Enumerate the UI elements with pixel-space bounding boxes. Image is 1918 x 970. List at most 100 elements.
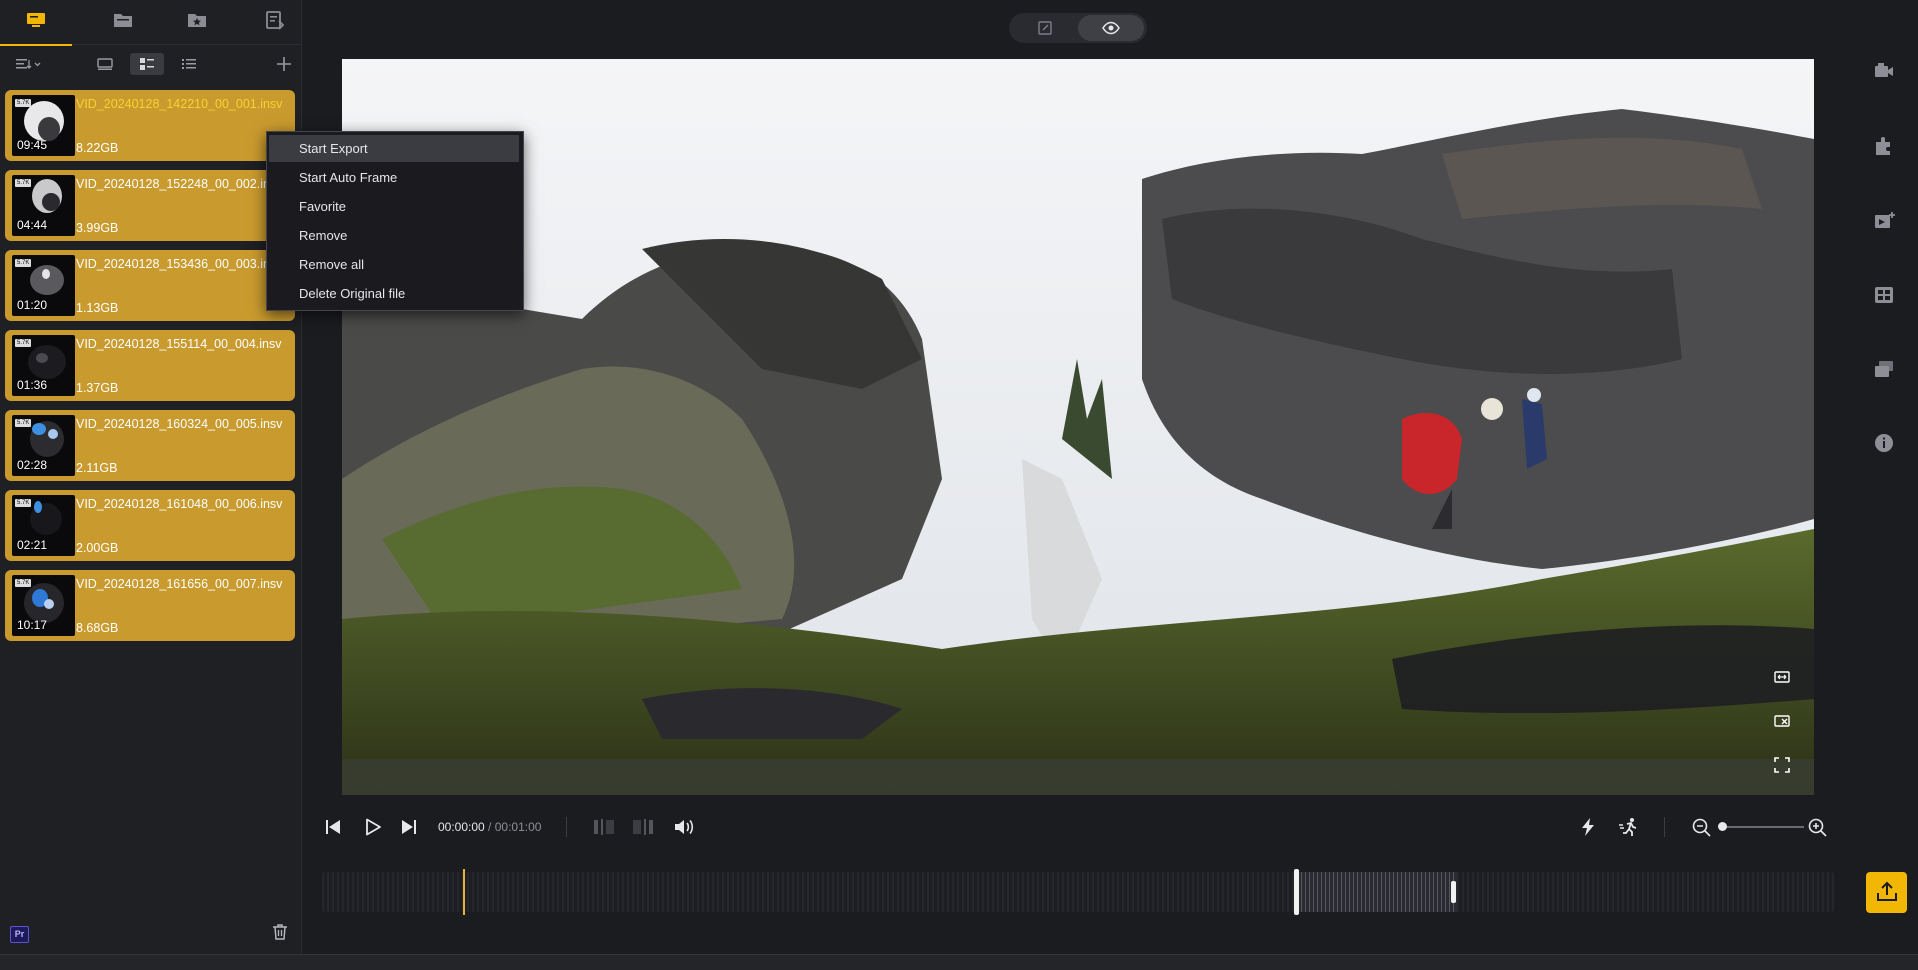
context-menu: Start Export Start Auto Frame Favorite R… bbox=[266, 131, 524, 311]
plus-icon bbox=[277, 57, 291, 71]
tab-favorites[interactable] bbox=[160, 0, 232, 44]
trash-icon bbox=[273, 924, 287, 940]
templates-button[interactable] bbox=[1873, 284, 1895, 306]
view-list-button[interactable] bbox=[176, 53, 202, 75]
current-time: 00:00:00 bbox=[438, 820, 485, 834]
mark-out-button[interactable] bbox=[632, 818, 654, 836]
lightning-icon bbox=[1582, 818, 1594, 836]
fullscreen-button[interactable] bbox=[1774, 757, 1790, 773]
tab-media[interactable] bbox=[0, 0, 72, 46]
delete-button[interactable] bbox=[272, 923, 288, 941]
info-button[interactable] bbox=[1873, 432, 1895, 454]
sort-icon bbox=[16, 59, 41, 69]
file-size: 3.99GB bbox=[76, 221, 119, 235]
time-separator: / bbox=[484, 820, 495, 834]
file-name: VID_20240128_160324_00_005.insv bbox=[76, 417, 283, 431]
preview-mode-button[interactable] bbox=[1078, 15, 1144, 41]
menu-start-export[interactable]: Start Export bbox=[269, 135, 519, 162]
trim-handle-end[interactable] bbox=[1451, 881, 1456, 903]
sidebar-tabs bbox=[0, 0, 301, 46]
menu-remove-all[interactable]: Remove all bbox=[269, 251, 519, 278]
media-card[interactable]: 5.7K 01:36 VID_20240128_155114_00_004.in… bbox=[5, 330, 295, 401]
trim-in-icon bbox=[594, 819, 614, 835]
timeline-track[interactable] bbox=[322, 872, 1834, 912]
next-button[interactable] bbox=[401, 818, 417, 836]
media-card[interactable]: 5.7K 04:44 VID_20240128_152248_00_002.in… bbox=[5, 170, 295, 241]
speed-ramp-button[interactable] bbox=[1580, 817, 1596, 837]
folder-icon bbox=[114, 14, 132, 27]
duration-label: 02:21 bbox=[17, 538, 48, 552]
skip-back-icon bbox=[326, 820, 340, 834]
file-name: VID_20240128_153436_00_003.insv bbox=[76, 257, 283, 271]
duration-label: 01:20 bbox=[17, 298, 48, 312]
menu-start-auto-frame[interactable]: Start Auto Frame bbox=[269, 164, 519, 191]
plugins-button[interactable] bbox=[1873, 135, 1895, 157]
template-icon bbox=[1875, 287, 1893, 303]
media-card[interactable]: 5.7K 10:17 VID_20240128_161656_00_007.in… bbox=[5, 570, 295, 641]
export-button[interactable] bbox=[1866, 872, 1907, 913]
duration-label: 10:17 bbox=[17, 618, 48, 632]
eye-icon bbox=[1102, 21, 1120, 35]
zoom-out-button[interactable] bbox=[1692, 818, 1711, 837]
media-sidebar: 5.7K 09:45 VID_20240128_142210_00_001.in… bbox=[0, 0, 302, 954]
sort-button[interactable] bbox=[12, 53, 46, 75]
info-icon bbox=[1875, 434, 1893, 452]
fullscreen-icon bbox=[1774, 757, 1790, 773]
menu-favorite[interactable]: Favorite bbox=[269, 193, 519, 220]
camera-settings-button[interactable] bbox=[1873, 60, 1895, 82]
media-card[interactable]: 5.7K 02:28 VID_20240128_160324_00_005.in… bbox=[5, 410, 295, 481]
edit-mode-button[interactable] bbox=[1012, 15, 1078, 41]
file-size: 8.22GB bbox=[76, 141, 119, 155]
video-thumbnail: 5.7K 02:28 bbox=[12, 415, 75, 476]
panorama-frame bbox=[342, 59, 1814, 795]
tab-folders[interactable] bbox=[86, 0, 158, 44]
video-thumbnail: 5.7K 01:36 bbox=[12, 335, 75, 396]
timecode: 00:00:00 / 00:01:00 bbox=[438, 820, 541, 834]
tab-tasks[interactable] bbox=[238, 0, 310, 44]
upload-icon bbox=[1877, 881, 1897, 901]
mark-in-button[interactable] bbox=[593, 818, 615, 836]
layers-button[interactable] bbox=[1873, 358, 1895, 380]
resolution-badge: 5.7K bbox=[15, 259, 32, 267]
resolution-badge: 5.7K bbox=[15, 339, 32, 347]
file-name: VID_20240128_161048_00_006.insv bbox=[76, 497, 283, 511]
remove-frame-button[interactable] bbox=[1774, 714, 1792, 728]
file-name: VID_20240128_155114_00_004.insv bbox=[76, 337, 282, 351]
play-button[interactable] bbox=[364, 818, 382, 836]
menu-remove[interactable]: Remove bbox=[269, 222, 519, 249]
add-media-button[interactable] bbox=[274, 53, 294, 75]
video-thumbnail: 5.7K 04:44 bbox=[12, 175, 75, 236]
media-card[interactable]: 5.7K 09:45 VID_20240128_142210_00_001.in… bbox=[5, 90, 295, 161]
menu-delete-original-file[interactable]: Delete Original file bbox=[269, 280, 519, 307]
premiere-plugin-badge[interactable]: Pr bbox=[10, 926, 29, 943]
motion-tracking-button[interactable] bbox=[1618, 817, 1640, 837]
media-card[interactable]: 5.7K 02:21 VID_20240128_161048_00_006.in… bbox=[5, 490, 295, 561]
crop-aspect-button[interactable] bbox=[1774, 670, 1790, 684]
trim-handle-start[interactable] bbox=[1294, 869, 1299, 915]
file-size: 2.00GB bbox=[76, 541, 119, 555]
sidebar-toolbar bbox=[0, 45, 301, 83]
zoom-out-icon bbox=[1692, 818, 1711, 837]
view-large-button[interactable] bbox=[92, 53, 118, 75]
list-icon bbox=[182, 59, 196, 69]
file-size: 8.68GB bbox=[76, 621, 119, 635]
view-grid-button[interactable] bbox=[130, 53, 164, 75]
zoom-in-button[interactable] bbox=[1808, 818, 1827, 837]
task-list-icon bbox=[266, 11, 285, 30]
divider bbox=[1664, 817, 1665, 837]
video-thumbnail: 5.7K 09:45 bbox=[12, 95, 75, 156]
zoom-slider-handle[interactable] bbox=[1718, 822, 1727, 831]
large-thumbnail-icon bbox=[97, 58, 113, 70]
timeline-selection[interactable] bbox=[1297, 872, 1457, 912]
media-effects-button[interactable] bbox=[1873, 210, 1895, 232]
zoom-slider-track[interactable] bbox=[1720, 826, 1804, 828]
resolution-badge: 5.7K bbox=[15, 499, 32, 507]
playhead[interactable] bbox=[463, 869, 465, 915]
volume-button[interactable] bbox=[674, 818, 696, 836]
file-size: 1.13GB bbox=[76, 301, 119, 315]
video-preview[interactable] bbox=[342, 59, 1814, 795]
previous-button[interactable] bbox=[325, 818, 341, 836]
media-card[interactable]: 5.7K 01:20 VID_20240128_153436_00_003.in… bbox=[5, 250, 295, 321]
running-person-icon bbox=[1619, 818, 1637, 836]
mode-toggle bbox=[1009, 13, 1147, 43]
